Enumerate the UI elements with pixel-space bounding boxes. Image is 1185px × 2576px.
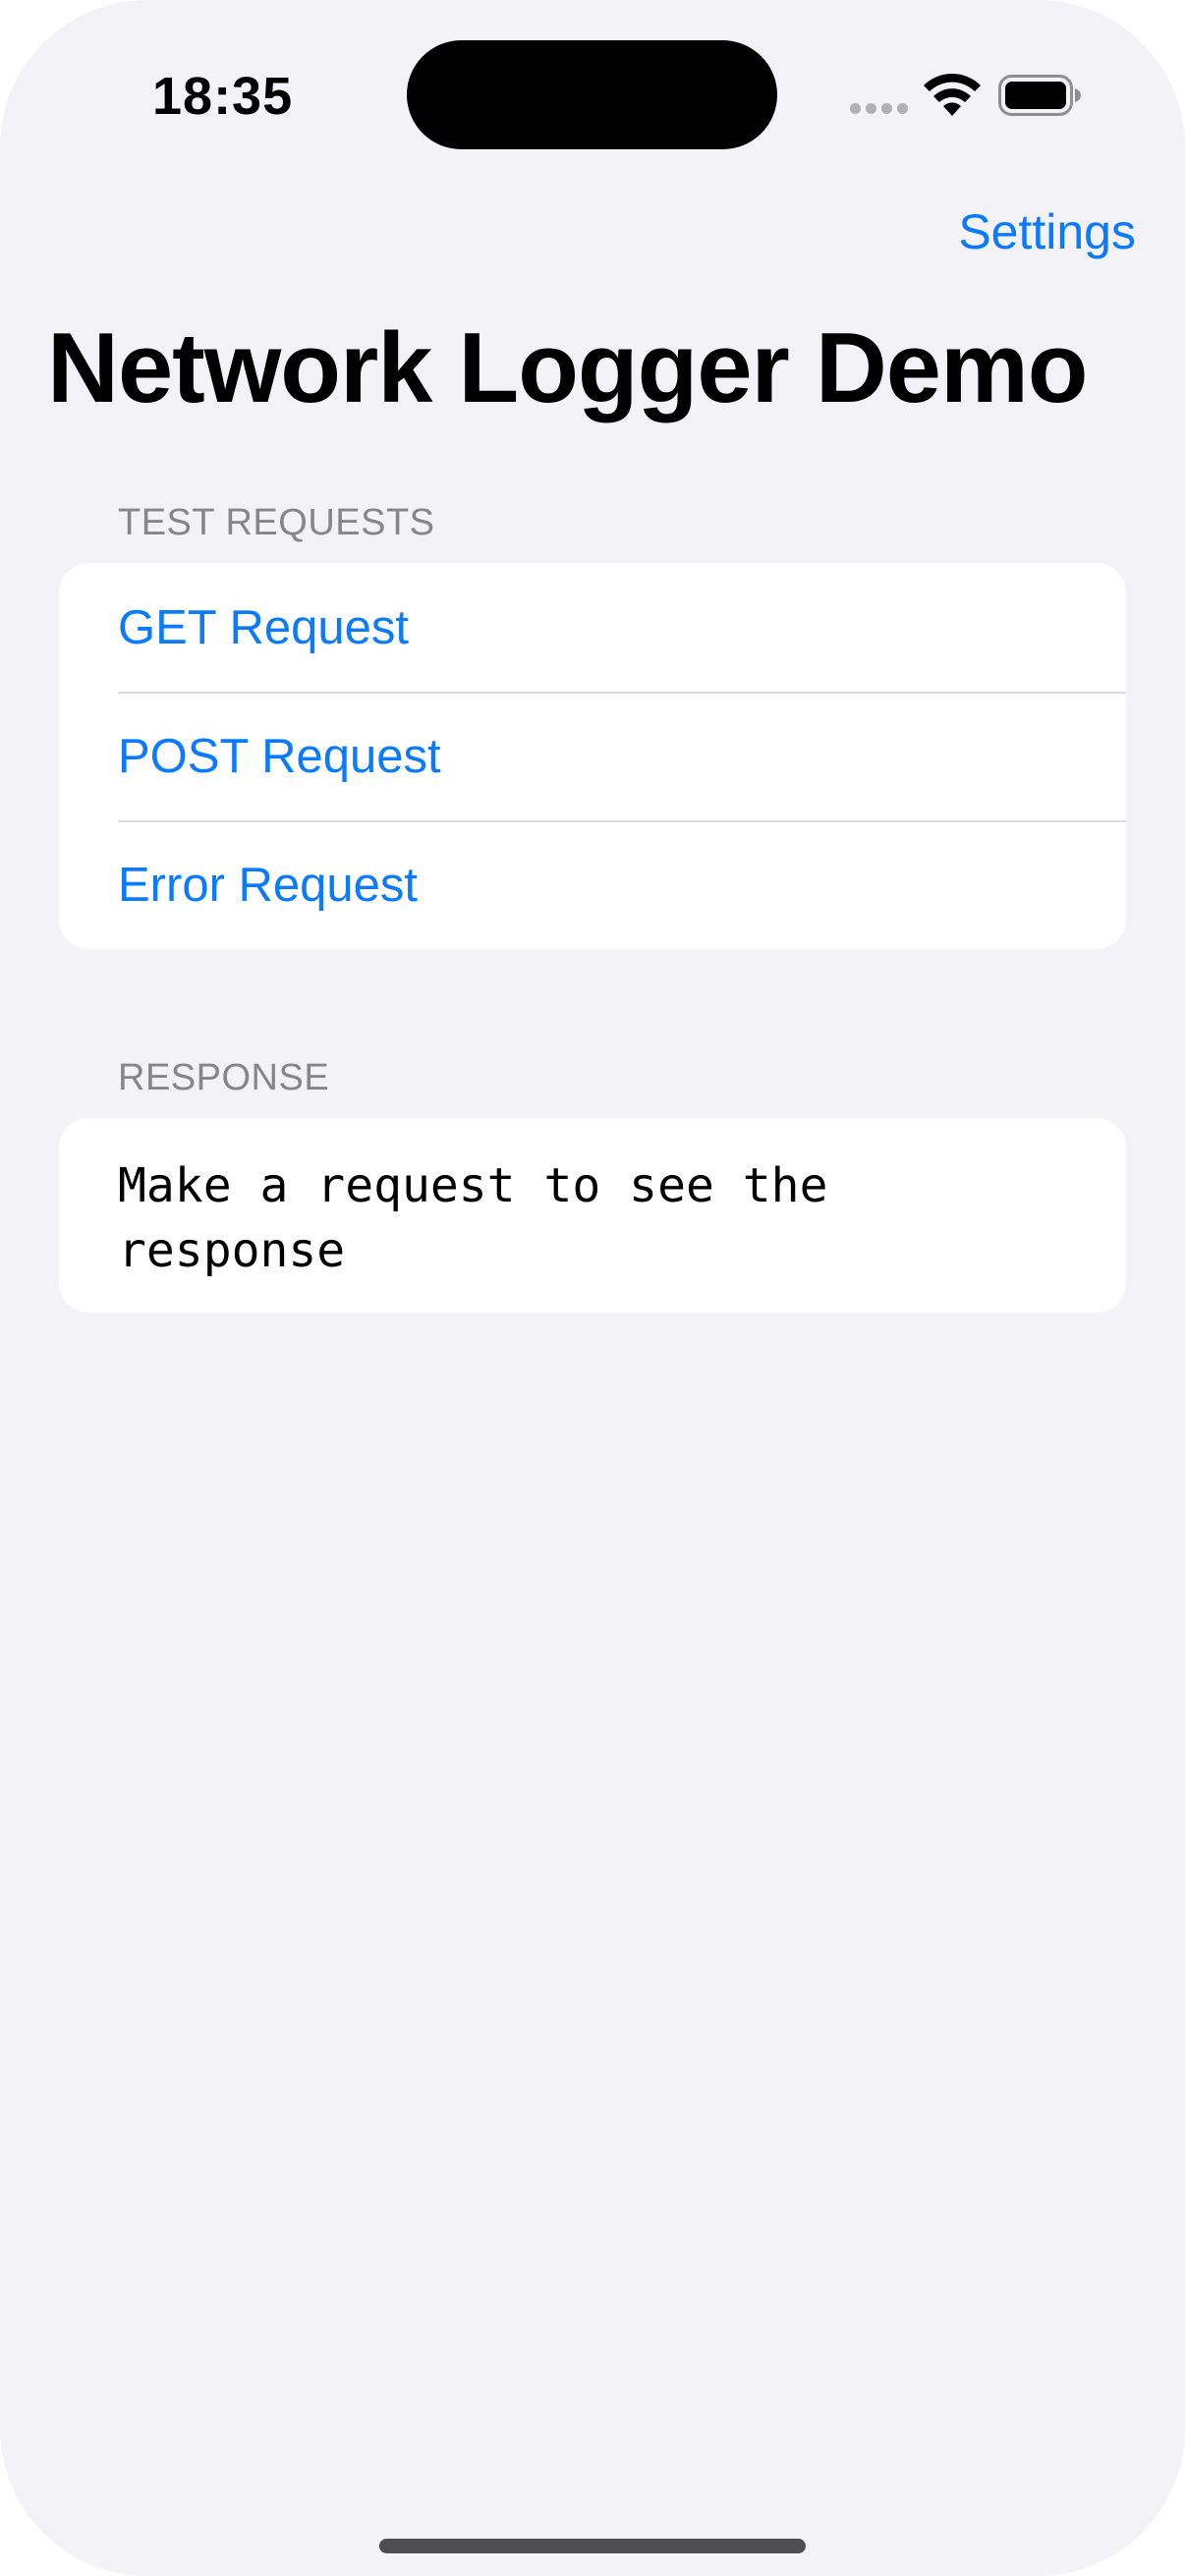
status-time: 18:35 <box>152 67 294 126</box>
home-indicator[interactable] <box>379 2539 806 2553</box>
response-text: Make a request to see the response <box>118 1158 828 1278</box>
error-request-button[interactable]: Error Request <box>59 820 1126 949</box>
dynamic-island <box>407 40 777 149</box>
wifi-icon <box>924 73 981 116</box>
get-request-button[interactable]: GET Request <box>59 563 1126 692</box>
post-request-button[interactable]: POST Request <box>59 692 1126 820</box>
settings-button[interactable]: Settings <box>958 200 1136 263</box>
app-screen: 18:35 Settings Network Logger Demo TEST … <box>0 0 1185 2576</box>
signal-icon <box>850 103 908 114</box>
section-header-response: RESPONSE <box>118 1057 330 1098</box>
test-requests-card: GET Request POST Request Error Request <box>59 563 1126 949</box>
response-card: Make a request to see the response <box>59 1118 1126 1313</box>
section-header-test-requests: TEST REQUESTS <box>118 502 435 543</box>
battery-icon <box>998 75 1081 116</box>
page-title: Network Logger Demo <box>47 313 1088 423</box>
